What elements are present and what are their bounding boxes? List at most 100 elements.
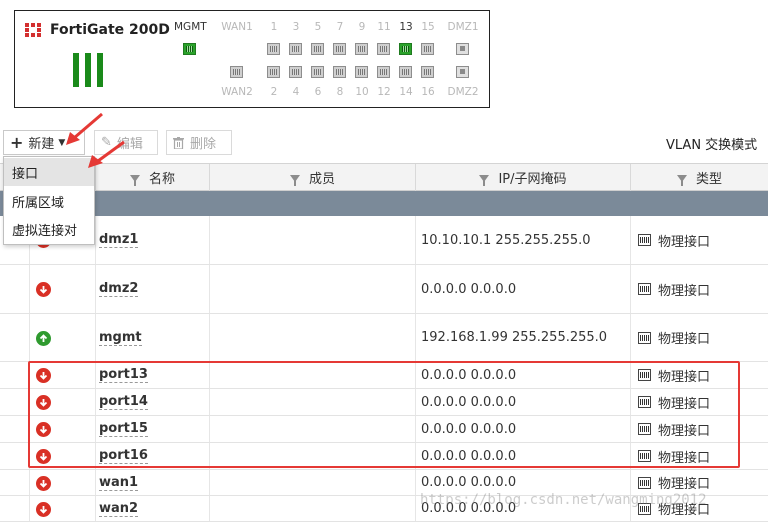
interface-name[interactable]: dmz1 xyxy=(99,232,139,248)
table-row[interactable]: dmz2 0.0.0.0 0.0.0.0 物理接口 xyxy=(0,265,768,314)
column-header-type[interactable]: 类型 xyxy=(630,164,768,191)
interface-name[interactable]: port16 xyxy=(99,448,148,464)
ip-netmask-cell: 0.0.0.0 0.0.0.0 xyxy=(421,367,517,383)
create-new-label: 新建 xyxy=(28,137,55,152)
interface-name[interactable]: dmz2 xyxy=(99,281,139,297)
filter-icon[interactable] xyxy=(129,175,140,186)
port-10-icon[interactable] xyxy=(355,66,368,78)
table-row[interactable]: port16 0.0.0.0 0.0.0.0 物理接口 xyxy=(0,443,768,470)
status-down-icon xyxy=(36,501,51,517)
interface-name[interactable]: wan1 xyxy=(99,475,139,491)
delete-label: 删除 xyxy=(190,137,217,152)
table-row[interactable]: wan1 0.0.0.0 0.0.0.0 物理接口 xyxy=(0,470,768,496)
group-header-row[interactable] xyxy=(0,191,768,216)
type-cell: 物理接口 xyxy=(638,389,710,415)
delete-button[interactable]: 删除 xyxy=(166,130,232,155)
type-label: 物理接口 xyxy=(658,477,711,492)
port-15-icon[interactable] xyxy=(421,43,434,55)
interface-name[interactable]: mgmt xyxy=(99,330,142,346)
ip-netmask-cell: 0.0.0.0 0.0.0.0 xyxy=(421,421,517,437)
edit-button[interactable]: ✎ 编辑 xyxy=(94,130,158,155)
port-5-icon[interactable] xyxy=(311,43,324,55)
table-row[interactable]: wan2 0.0.0.0 0.0.0.0 物理接口 xyxy=(0,496,768,522)
port-label-16: 16 xyxy=(421,86,435,98)
column-header-members[interactable]: 成员 xyxy=(209,164,415,191)
column-header-name[interactable]: 名称 xyxy=(95,164,209,191)
interface-name-cell[interactable]: wan1 xyxy=(99,470,139,495)
menu-item-virtual-wire-pair[interactable]: 虚拟连接对 xyxy=(4,215,94,243)
port-mgmt-icon[interactable] xyxy=(183,43,196,55)
fortinet-logo-icon xyxy=(25,23,41,37)
port-8-icon[interactable] xyxy=(333,66,346,78)
filter-icon[interactable] xyxy=(289,175,300,186)
trash-icon xyxy=(173,136,184,149)
device-model: FortiGate 200D xyxy=(50,22,170,38)
port-wan2-icon[interactable] xyxy=(230,66,243,78)
type-cell: 物理接口 xyxy=(638,443,710,469)
status-down-icon xyxy=(36,449,51,464)
port-1-icon[interactable] xyxy=(267,43,280,55)
port-14-icon[interactable] xyxy=(399,66,412,78)
create-new-button[interactable]: + 新建 ▼ xyxy=(3,130,85,155)
physical-interface-icon xyxy=(638,502,651,515)
interface-name-cell[interactable]: port14 xyxy=(99,389,148,415)
status-down-icon xyxy=(36,282,51,297)
port-dmz2-icon[interactable] xyxy=(456,66,469,78)
table-row[interactable]: mgmt 192.168.1.99 255.255.255.0 物理接口 xyxy=(0,314,768,362)
type-label: 物理接口 xyxy=(658,423,711,439)
port-7-icon[interactable] xyxy=(333,43,346,55)
port-12-icon[interactable] xyxy=(377,66,390,78)
type-cell: 物理接口 xyxy=(638,314,710,361)
interface-name[interactable]: wan2 xyxy=(99,501,139,517)
port-3-icon[interactable] xyxy=(289,43,302,55)
ip-netmask-cell: 0.0.0.0 0.0.0.0 xyxy=(421,501,517,516)
filter-icon[interactable] xyxy=(479,175,490,186)
port-6-icon[interactable] xyxy=(311,66,324,78)
port-13-icon[interactable] xyxy=(399,43,412,55)
interface-name-cell[interactable]: port15 xyxy=(99,416,148,442)
type-label: 物理接口 xyxy=(658,503,711,518)
device-status-bars-icon xyxy=(71,53,105,87)
interface-name[interactable]: port14 xyxy=(99,394,148,410)
vlan-switch-mode-label[interactable]: VLAN 交换模式 xyxy=(666,134,757,153)
menu-item-zone[interactable]: 所属区域 xyxy=(4,187,94,215)
table-row[interactable]: port15 0.0.0.0 0.0.0.0 物理接口 xyxy=(0,416,768,443)
port-11-icon[interactable] xyxy=(377,43,390,55)
interface-name-cell[interactable]: port13 xyxy=(99,362,148,388)
port-4-icon[interactable] xyxy=(289,66,302,78)
status-down-icon xyxy=(36,395,51,410)
port-16-icon[interactable] xyxy=(421,66,434,78)
port-9-icon[interactable] xyxy=(355,43,368,55)
filter-icon[interactable] xyxy=(676,175,687,186)
ip-netmask-cell: 0.0.0.0 0.0.0.0 xyxy=(421,281,517,297)
table-row[interactable]: port13 0.0.0.0 0.0.0.0 物理接口 xyxy=(0,362,768,389)
interface-name-cell[interactable]: dmz1 xyxy=(99,216,139,264)
type-label: 物理接口 xyxy=(658,369,711,385)
physical-interface-icon xyxy=(638,283,651,295)
interface-name-cell[interactable]: port16 xyxy=(99,443,148,469)
port-2-icon[interactable] xyxy=(267,66,280,78)
column-header-ip-netmask[interactable]: IP/子网掩码 xyxy=(415,164,630,191)
status-down-icon xyxy=(36,422,51,437)
port-label-dmz2: DMZ2 xyxy=(447,86,479,98)
type-cell: 物理接口 xyxy=(638,416,710,442)
type-label: 物理接口 xyxy=(658,283,711,299)
table-row[interactable]: port14 0.0.0.0 0.0.0.0 物理接口 xyxy=(0,389,768,416)
port-label-wan1: WAN1 xyxy=(221,21,253,33)
menu-item-interface[interactable]: 接口 xyxy=(4,158,94,186)
interface-name[interactable]: port15 xyxy=(99,421,148,437)
table-row[interactable]: dmz1 10.10.10.1 255.255.255.0 物理接口 xyxy=(0,216,768,265)
physical-interface-icon xyxy=(638,476,651,489)
interface-name-cell[interactable]: wan2 xyxy=(99,496,139,521)
type-label: 物理接口 xyxy=(658,332,711,347)
ip-netmask-cell: 10.10.10.1 255.255.255.0 xyxy=(421,232,591,248)
port-dmz1-icon[interactable] xyxy=(456,43,469,55)
interface-name-cell[interactable]: mgmt xyxy=(99,314,142,361)
port-label-wan2: WAN2 xyxy=(221,86,253,98)
interface-name[interactable]: port13 xyxy=(99,367,148,383)
physical-interface-icon xyxy=(638,234,651,246)
plus-icon: + xyxy=(10,132,24,152)
interface-name-cell[interactable]: dmz2 xyxy=(99,265,139,313)
device-faceplate: FortiGate 200D MGMT WAN1 1 3 5 7 9 11 13… xyxy=(14,10,490,108)
table-header: 名称 成员 IP/子网掩码 类型 xyxy=(0,163,768,191)
